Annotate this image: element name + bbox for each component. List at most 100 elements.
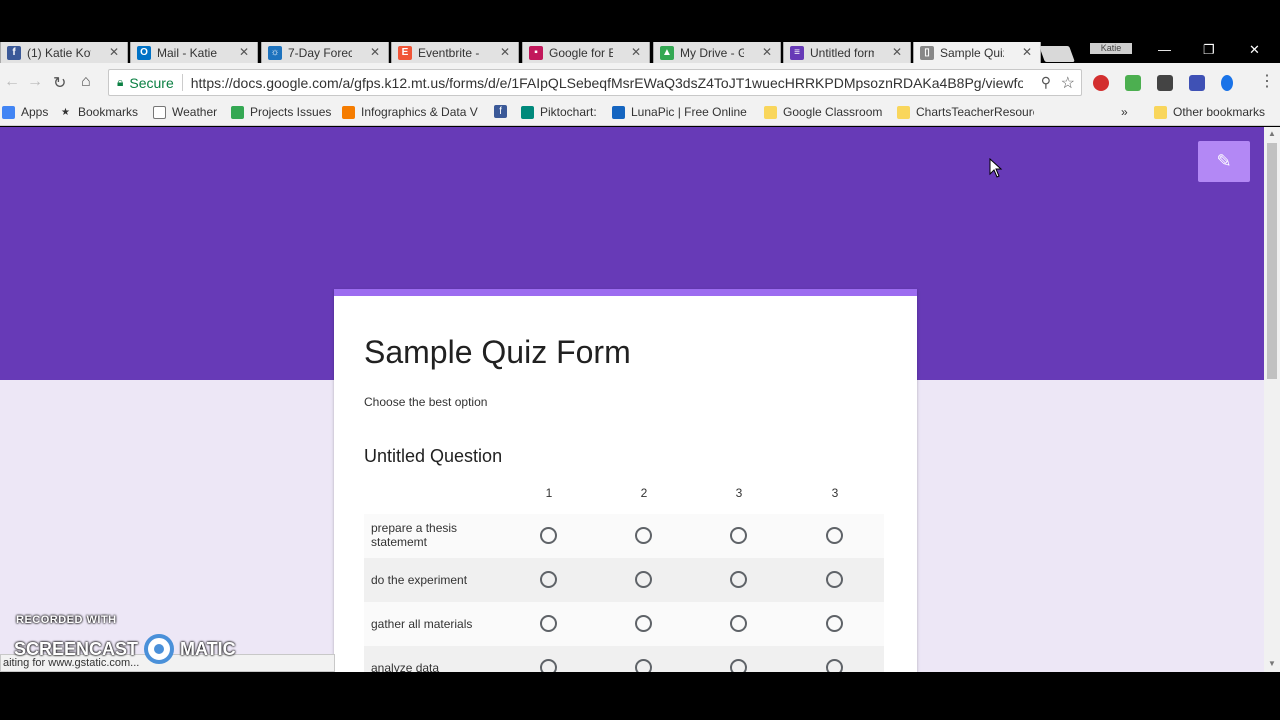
radio-option[interactable] xyxy=(540,659,557,672)
radio-option[interactable] xyxy=(540,571,557,588)
browser-tab[interactable]: ≡ Untitled form ✕ xyxy=(783,42,911,63)
bookmark-apps[interactable]: Apps xyxy=(2,105,48,119)
radio-option[interactable] xyxy=(635,615,652,632)
bookmark-google-classroom[interactable]: Google Classroom xyxy=(764,105,882,119)
scroll-up-icon[interactable]: ▲ xyxy=(1268,129,1276,138)
tab-label: Mail - Katie xyxy=(157,45,218,60)
browser-window: f (1) Katie Kot ✕ O Mail - Katie ✕ ☼ 7-Day Fore… xyxy=(0,0,1280,720)
tab-label: Sample Quiz xyxy=(940,45,1004,60)
apps-icon xyxy=(2,105,15,119)
barcode-extension-icon[interactable] xyxy=(1157,75,1173,91)
browser-tab[interactable]: O Mail - Katie ✕ xyxy=(130,42,258,63)
home-icon[interactable]: ⌂ xyxy=(81,73,91,91)
browser-tab[interactable]: ☼ 7-Day Forec ✕ xyxy=(261,42,389,63)
radio-option[interactable] xyxy=(635,527,652,544)
browser-tab[interactable]: ▲ My Drive - G ✕ xyxy=(653,42,781,63)
microphone-extension-icon[interactable] xyxy=(1221,75,1233,91)
tab-close-icon[interactable]: ✕ xyxy=(370,45,380,59)
grid-row-label: analyze data xyxy=(371,661,440,672)
browser-tab[interactable]: ▯ Sample Quiz ✕ xyxy=(913,42,1041,63)
tab-close-icon[interactable]: ✕ xyxy=(500,45,510,59)
browser-tab[interactable]: E Eventbrite - ✕ xyxy=(391,42,519,63)
grid-row-label: do the experiment xyxy=(371,573,468,587)
lunapic-icon xyxy=(612,105,625,119)
bookmark-lunapic[interactable]: LunaPic | Free Online xyxy=(612,105,747,119)
browser-tab[interactable]: f (1) Katie Kot ✕ xyxy=(0,42,128,63)
evernote-extension-icon[interactable] xyxy=(1125,75,1141,91)
secure-label: Secure xyxy=(129,74,174,91)
tab-favicon-icon: ▪ xyxy=(529,45,543,60)
folder-icon xyxy=(764,105,777,119)
back-icon[interactable]: ← xyxy=(4,73,20,91)
mouse-cursor-icon xyxy=(989,158,1003,178)
scroll-down-icon[interactable]: ▼ xyxy=(1268,659,1276,668)
tab-strip: f (1) Katie Kot ✕ O Mail - Katie ✕ ☼ 7-Day Fore… xyxy=(0,42,1280,63)
tab-favicon-icon: ☼ xyxy=(268,45,282,60)
radio-option[interactable] xyxy=(635,659,652,672)
radio-option[interactable] xyxy=(826,615,843,632)
tab-close-icon[interactable]: ✕ xyxy=(762,45,772,59)
radio-option[interactable] xyxy=(826,659,843,672)
bookmark-star-icon[interactable]: ☆ xyxy=(1061,73,1075,93)
grid-row: do the experiment xyxy=(364,558,884,602)
bookmark-bookmarks[interactable]: ★ Bookmarks xyxy=(59,105,138,119)
bookmark-other[interactable]: Other bookmarks xyxy=(1154,105,1265,119)
bookmark-label: Apps xyxy=(21,105,49,119)
tab-close-icon[interactable]: ✕ xyxy=(109,45,119,59)
bookmark-weather[interactable]: Weather xyxy=(153,105,217,119)
address-bar[interactable]: 🔒︎ Secure https://docs.google.com/a/gfps… xyxy=(108,69,1082,96)
radio-option[interactable] xyxy=(730,615,747,632)
forward-icon[interactable]: → xyxy=(27,73,43,91)
radio-option[interactable] xyxy=(540,615,557,632)
bookmark-label: LunaPic | Free Online xyxy=(631,105,747,119)
lock-icon: 🔒︎ xyxy=(117,75,124,89)
reload-icon[interactable]: ↻ xyxy=(53,73,66,93)
bookmark-piktochart[interactable]: Piktochart: xyxy=(521,105,597,119)
tab-close-icon[interactable]: ✕ xyxy=(892,45,902,59)
profile-chip[interactable]: Katie xyxy=(1090,43,1132,54)
zoom-icon[interactable]: ⚲ xyxy=(1041,74,1051,91)
tab-favicon-icon: E xyxy=(398,45,412,60)
grid-column-header: 1 xyxy=(545,486,553,500)
bookmarks-overflow[interactable]: » xyxy=(1121,105,1128,119)
radio-option[interactable] xyxy=(730,659,747,672)
vertical-scrollbar[interactable]: ▲ ▼ xyxy=(1264,127,1280,672)
radio-option[interactable] xyxy=(635,571,652,588)
tab-favicon-icon: ≡ xyxy=(790,45,804,60)
form-title: Sample Quiz Form xyxy=(364,334,631,370)
opera-extension-icon[interactable] xyxy=(1093,75,1109,91)
bookmark-label: Bookmarks xyxy=(78,105,139,119)
menu-kebab-icon[interactable]: ⋮ xyxy=(1259,71,1275,91)
window-close-icon[interactable]: ✕ xyxy=(1249,42,1260,58)
bookmark-icon xyxy=(342,105,355,119)
bookmark-infographics[interactable]: Infographics & Data V xyxy=(342,105,478,119)
bookmark-charts-teacher[interactable]: ChartsTeacherResourc xyxy=(897,105,1034,119)
minimize-icon[interactable]: — xyxy=(1158,42,1171,57)
tab-close-icon[interactable]: ✕ xyxy=(1022,45,1032,59)
bookmark-label: Google Classroom xyxy=(783,105,883,119)
grid-column-header: 2 xyxy=(640,486,648,500)
radio-option[interactable] xyxy=(826,527,843,544)
radio-option[interactable] xyxy=(730,527,747,544)
bookmark-projects-issues[interactable]: Projects Issues xyxy=(231,105,331,119)
radio-option[interactable] xyxy=(826,571,843,588)
browser-tab[interactable]: ▪ Google for E ✕ xyxy=(522,42,650,63)
tab-label: Google for E xyxy=(549,45,613,60)
tab-close-icon[interactable]: ✕ xyxy=(631,45,641,59)
tab-label: Untitled form xyxy=(810,45,874,60)
edit-form-button[interactable]: ✎ xyxy=(1198,141,1250,182)
tab-favicon-icon: ▯ xyxy=(920,45,934,60)
screencast-extension-icon[interactable] xyxy=(1189,75,1205,91)
bookmark-facebook[interactable]: f xyxy=(494,105,513,118)
url-text[interactable]: https://docs.google.com/a/gfps.k12.mt.us… xyxy=(191,75,1023,91)
bookmarks-bar: Apps ★ Bookmarks Weather Projects Issues … xyxy=(0,100,1280,126)
radio-option[interactable] xyxy=(730,571,747,588)
restore-icon[interactable]: ❐ xyxy=(1203,42,1215,58)
drive-icon xyxy=(231,105,244,119)
scroll-thumb[interactable] xyxy=(1267,143,1277,379)
radio-option[interactable] xyxy=(540,527,557,544)
new-tab-button[interactable] xyxy=(1039,46,1075,62)
grid-row: analyze data xyxy=(364,646,884,672)
tab-close-icon[interactable]: ✕ xyxy=(239,45,249,59)
screencast-watermark: RECORDED WITH SCREENCAST MATIC xyxy=(0,612,240,664)
